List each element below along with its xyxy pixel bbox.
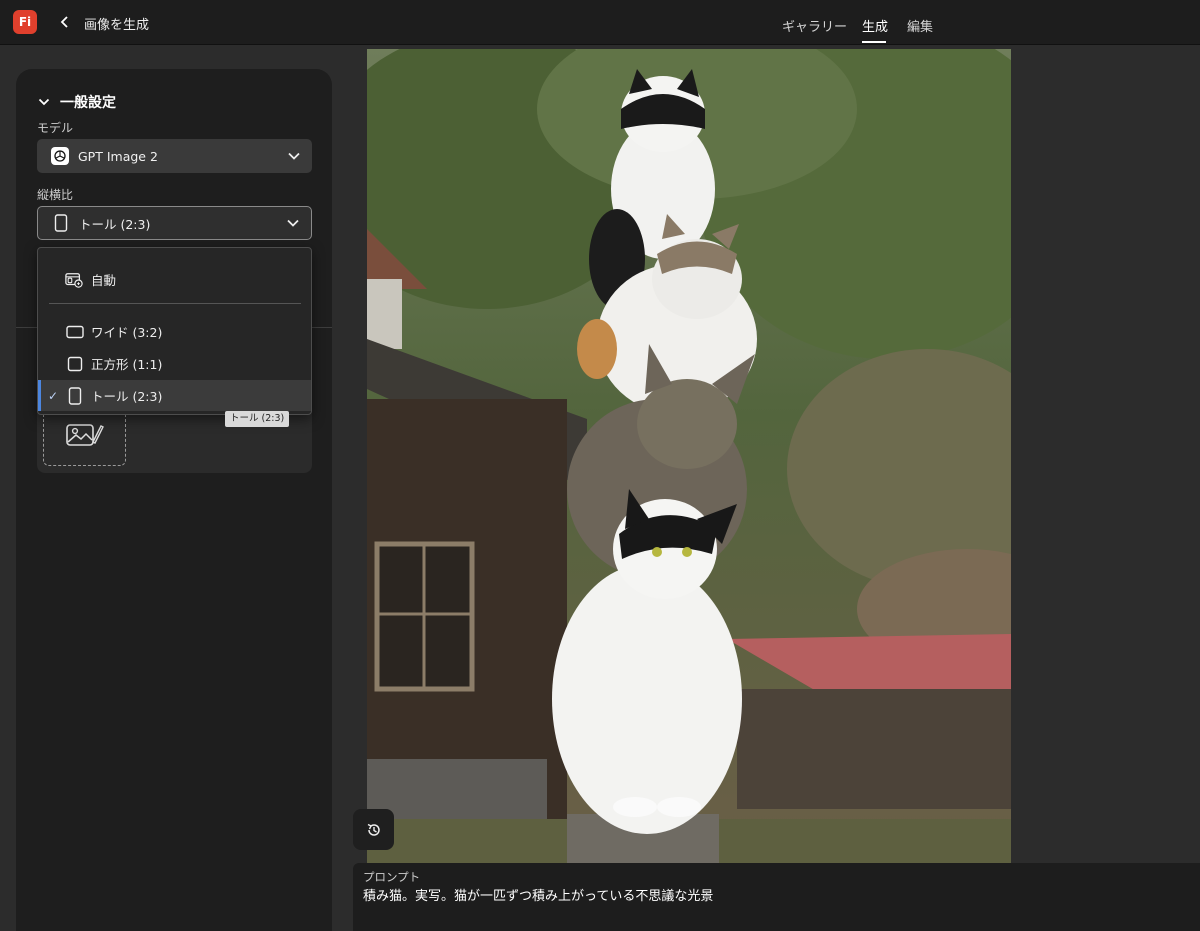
active-tab-indicator — [862, 41, 886, 43]
ratio-option-wide[interactable]: ワイド (3:2) — [38, 316, 311, 347]
dropdown-divider — [49, 303, 301, 304]
tab-gallery[interactable]: ギャラリー — [782, 16, 847, 35]
model-select[interactable]: GPT Image 2 — [37, 139, 312, 173]
prompt-label: プロンプト — [363, 870, 421, 884]
portrait-rect-icon — [51, 213, 71, 233]
option-label: 正方形 (1:1) — [91, 357, 163, 372]
checkmark-icon: ✓ — [48, 388, 59, 403]
option-label: ワイド (3:2) — [91, 325, 163, 340]
square-icon — [66, 355, 84, 373]
image-edit-icon — [65, 424, 104, 446]
model-value: GPT Image 2 — [78, 148, 158, 164]
aspect-ratio-select[interactable]: トール (2:3) — [37, 206, 312, 240]
openai-logo-icon — [50, 146, 70, 166]
option-label: 自動 — [91, 273, 117, 288]
tooltip: トール (2:3) — [225, 411, 290, 427]
auto-ratio-icon — [65, 271, 83, 289]
aspect-ratio-label: 縦横比 — [37, 188, 74, 202]
model-label: モデル — [37, 121, 74, 135]
portrait-rect-icon — [66, 386, 84, 405]
tab-edit[interactable]: 編集 — [907, 16, 933, 35]
prompt-text[interactable]: 積み猫。実写。猫が一匹ずつ積み上がっている不思議な光景 — [363, 885, 713, 904]
history-button[interactable] — [353, 809, 394, 850]
back-button[interactable] — [56, 11, 74, 33]
chevron-down-icon — [38, 98, 50, 106]
general-settings-header[interactable]: 一般設定 — [38, 92, 116, 112]
landscape-rect-icon — [66, 323, 84, 341]
tab-generate[interactable]: 生成 — [862, 16, 888, 35]
section-title: 一般設定 — [60, 95, 116, 111]
aspect-ratio-value: トール (2:3) — [79, 216, 151, 232]
generated-image[interactable] — [367, 49, 1011, 863]
history-icon — [367, 823, 380, 836]
chevron-down-icon — [288, 150, 300, 162]
chevron-left-icon — [60, 16, 68, 28]
option-label: トール (2:3) — [91, 389, 163, 404]
ratio-option-square[interactable]: 正方形 (1:1) — [38, 348, 311, 379]
top-bar: Fi 画像を生成 ギャラリー 生成 編集 — [0, 0, 1200, 45]
ratio-option-auto[interactable]: 自動 — [38, 264, 311, 295]
app-logo[interactable]: Fi — [13, 10, 37, 34]
page-title: 画像を生成 — [84, 18, 150, 33]
ratio-option-tall[interactable]: ✓ トール (2:3) — [38, 380, 311, 411]
aspect-ratio-dropdown: 自動 ワイド (3:2) 正方形 (1:1) ✓ トール (2:3) — [37, 247, 312, 415]
chevron-down-icon — [287, 217, 299, 229]
